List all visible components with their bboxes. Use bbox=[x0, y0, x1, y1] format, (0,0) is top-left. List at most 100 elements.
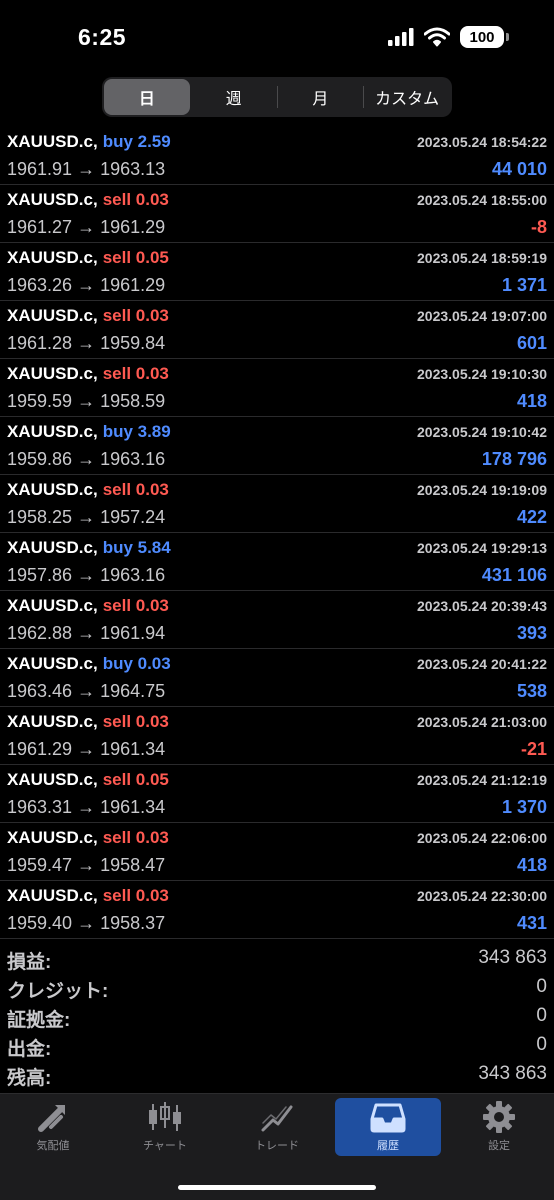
trade-row[interactable]: XAUUSD.c, sell 0.03 2023.05.24 19:19:09 1… bbox=[0, 475, 554, 533]
trade-profit: -8 bbox=[530, 217, 547, 237]
trade-row[interactable]: XAUUSD.c, sell 0.03 2023.05.24 18:55:00 1… bbox=[0, 185, 554, 243]
trade-row[interactable]: XAUUSD.c, sell 0.05 2023.05.24 18:59:19 1… bbox=[0, 243, 554, 301]
trade-row[interactable]: XAUUSD.c, buy 0.03 2023.05.24 20:41:22 19… bbox=[0, 649, 554, 707]
status-time: 6:25 bbox=[78, 24, 127, 50]
trade-side-volume: buy 0.03 bbox=[102, 654, 171, 673]
summary-value: 0 bbox=[536, 1034, 547, 1055]
trade-symbol: XAUUSD.c, bbox=[7, 886, 98, 905]
summary-label: 出金: bbox=[7, 1039, 52, 1060]
trade-symbol: XAUUSD.c, bbox=[7, 538, 98, 557]
trade-row[interactable]: XAUUSD.c, sell 0.03 2023.05.24 20:39:43 1… bbox=[0, 591, 554, 649]
tab-trade[interactable]: トレード bbox=[224, 1098, 330, 1156]
trade-row[interactable]: XAUUSD.c, sell 0.03 2023.05.24 22:06:00 1… bbox=[0, 823, 554, 881]
trade-symbol: XAUUSD.c, bbox=[7, 654, 98, 673]
tab-quotes[interactable]: 気配値 bbox=[0, 1098, 106, 1156]
tab-label: チャート bbox=[143, 1140, 187, 1152]
trade-side-volume: sell 0.03 bbox=[102, 364, 169, 383]
segment-month[interactable]: 月 bbox=[278, 79, 364, 115]
trade-time: 2023.05.24 18:55:00 bbox=[417, 192, 547, 208]
trade-side-volume: sell 0.03 bbox=[102, 480, 169, 499]
trade-symbol: XAUUSD.c, bbox=[7, 480, 98, 499]
trade-symbol: XAUUSD.c, bbox=[7, 422, 98, 441]
trade-symbol-side: XAUUSD.c, sell 0.05 bbox=[7, 248, 169, 268]
trade-history-list: XAUUSD.c, buy 2.59 2023.05.24 18:54:22 19… bbox=[0, 127, 554, 939]
trade-symbol-side: XAUUSD.c, sell 0.03 bbox=[7, 828, 169, 848]
trade-row[interactable]: XAUUSD.c, sell 0.03 2023.05.24 22:30:00 1… bbox=[0, 881, 554, 939]
summary-value: 343 863 bbox=[478, 947, 547, 968]
summary-value: 0 bbox=[536, 1005, 547, 1026]
status-bar: 6:25 100 bbox=[0, 0, 554, 72]
quotes-arrows-icon bbox=[35, 1100, 71, 1134]
trade-profit: 1 371 bbox=[501, 275, 547, 295]
trade-side-volume: sell 0.03 bbox=[102, 886, 169, 905]
history-inbox-icon bbox=[370, 1100, 406, 1134]
trade-side-volume: sell 0.03 bbox=[102, 596, 169, 615]
trade-symbol: XAUUSD.c, bbox=[7, 248, 98, 267]
tab-label: 気配値 bbox=[36, 1140, 70, 1152]
trade-symbol: XAUUSD.c, bbox=[7, 132, 98, 151]
status-icons: 100 bbox=[388, 26, 509, 48]
trade-row[interactable]: XAUUSD.c, sell 0.03 2023.05.24 19:10:30 1… bbox=[0, 359, 554, 417]
trade-symbol: XAUUSD.c, bbox=[7, 828, 98, 847]
trade-time: 2023.05.24 18:54:22 bbox=[417, 134, 547, 150]
trade-row[interactable]: XAUUSD.c, sell 0.03 2023.05.24 19:07:00 1… bbox=[0, 301, 554, 359]
trade-time: 2023.05.24 19:10:30 bbox=[417, 366, 547, 382]
trade-profit: 418 bbox=[516, 391, 547, 411]
trade-side-volume: buy 5.84 bbox=[102, 538, 171, 557]
tab-settings[interactable]: 設定 bbox=[446, 1098, 552, 1156]
trade-symbol-side: XAUUSD.c, sell 0.03 bbox=[7, 364, 169, 384]
trade-symbol: XAUUSD.c, bbox=[7, 190, 98, 209]
trade-time: 2023.05.24 19:29:13 bbox=[417, 540, 547, 556]
segment-week[interactable]: 週 bbox=[191, 79, 277, 115]
trade-profit: 393 bbox=[516, 623, 547, 643]
summary-value: 0 bbox=[536, 976, 547, 997]
trade-symbol-side: XAUUSD.c, sell 0.03 bbox=[7, 886, 169, 906]
trade-profit: 44 010 bbox=[491, 159, 547, 179]
trade-profit: 418 bbox=[516, 855, 547, 875]
trade-time: 2023.05.24 19:07:00 bbox=[417, 308, 547, 324]
trade-row[interactable]: XAUUSD.c, sell 0.03 2023.05.24 21:03:00 1… bbox=[0, 707, 554, 765]
trade-time: 2023.05.24 21:12:19 bbox=[417, 772, 547, 788]
trade-profit: -21 bbox=[520, 739, 547, 759]
trade-prices: 1959.86 → 1963.16 bbox=[7, 449, 166, 469]
trade-symbol: XAUUSD.c, bbox=[7, 306, 98, 325]
trade-side-volume: sell 0.03 bbox=[102, 828, 169, 847]
summary-row-margin: 証拠金: 0 bbox=[0, 1003, 554, 1032]
trade-row[interactable]: XAUUSD.c, sell 0.05 2023.05.24 21:12:19 1… bbox=[0, 765, 554, 823]
trade-time: 2023.05.24 19:19:09 bbox=[417, 482, 547, 498]
trade-symbol-side: XAUUSD.c, sell 0.03 bbox=[7, 306, 169, 326]
tab-history[interactable]: 履歴 bbox=[335, 1098, 441, 1156]
trade-row[interactable]: XAUUSD.c, buy 5.84 2023.05.24 19:29:13 19… bbox=[0, 533, 554, 591]
trade-line-icon bbox=[259, 1100, 295, 1134]
trade-profit: 178 796 bbox=[481, 449, 547, 469]
trade-symbol: XAUUSD.c, bbox=[7, 770, 98, 789]
tab-chart[interactable]: チャート bbox=[112, 1098, 218, 1156]
trade-prices: 1961.28 → 1959.84 bbox=[7, 333, 166, 353]
summary-row-profit: 損益: 343 863 bbox=[0, 945, 554, 974]
summary-label: クレジット: bbox=[7, 981, 109, 1002]
period-segmented-control: 日 週 月 カスタム bbox=[102, 77, 452, 117]
segment-custom[interactable]: カスタム bbox=[364, 79, 450, 115]
trade-symbol-side: XAUUSD.c, sell 0.03 bbox=[7, 190, 169, 210]
cellular-signal-icon bbox=[388, 28, 414, 46]
tab-label: 設定 bbox=[488, 1140, 510, 1152]
trade-side-volume: sell 0.03 bbox=[102, 712, 169, 731]
candlestick-chart-icon bbox=[147, 1100, 183, 1134]
trade-row[interactable]: XAUUSD.c, buy 3.89 2023.05.24 19:10:42 19… bbox=[0, 417, 554, 475]
bottom-tab-bar: 気配値 チャート トレード 履歴 設定 bbox=[0, 1093, 554, 1200]
summary-value: 343 863 bbox=[478, 1063, 547, 1084]
summary-row-withdrawal: 出金: 0 bbox=[0, 1032, 554, 1061]
trade-row[interactable]: XAUUSD.c, buy 2.59 2023.05.24 18:54:22 19… bbox=[0, 127, 554, 185]
trade-prices: 1961.29 → 1961.34 bbox=[7, 739, 166, 759]
tab-label: 履歴 bbox=[377, 1140, 399, 1152]
trade-symbol-side: XAUUSD.c, buy 0.03 bbox=[7, 654, 171, 674]
trade-time: 2023.05.24 22:30:00 bbox=[417, 888, 547, 904]
trade-symbol: XAUUSD.c, bbox=[7, 364, 98, 383]
trade-profit: 1 370 bbox=[501, 797, 547, 817]
trade-time: 2023.05.24 22:06:00 bbox=[417, 830, 547, 846]
summary-row-balance: 残高: 343 863 bbox=[0, 1061, 554, 1090]
trade-profit: 601 bbox=[516, 333, 547, 353]
trade-symbol-side: XAUUSD.c, sell 0.03 bbox=[7, 480, 169, 500]
home-indicator bbox=[178, 1185, 376, 1190]
segment-day[interactable]: 日 bbox=[104, 79, 190, 115]
